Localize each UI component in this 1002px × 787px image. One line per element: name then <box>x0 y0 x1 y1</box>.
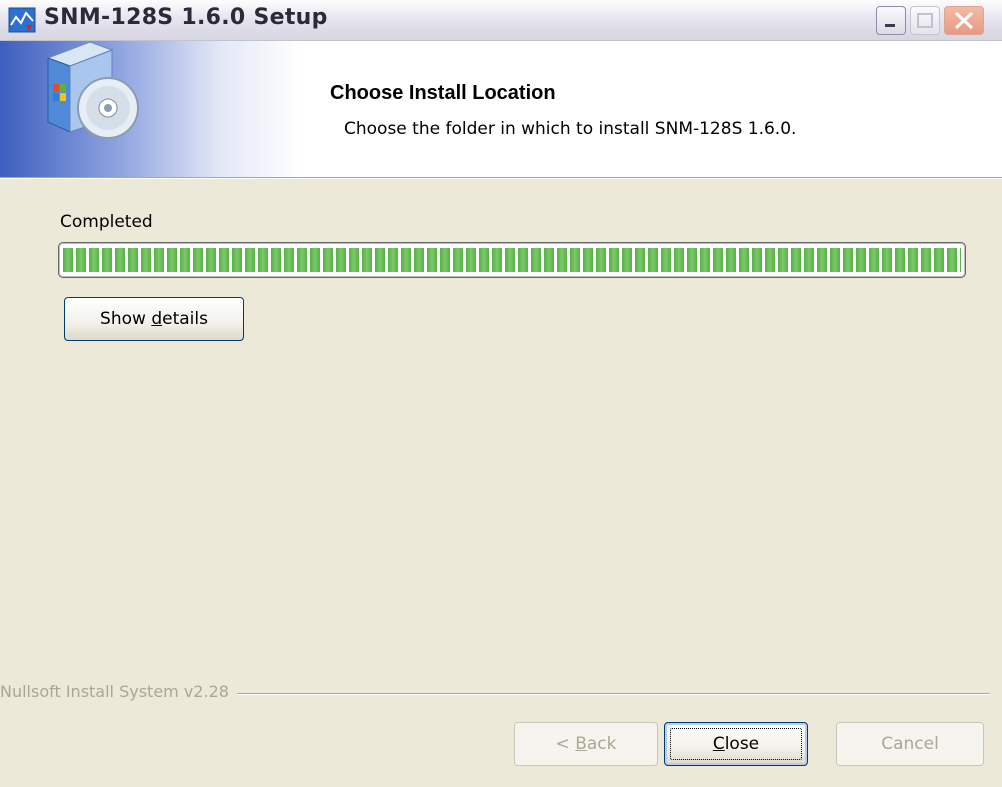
nullsoft-brand-label: Nullsoft Install System v2.28 <box>0 682 237 701</box>
install-progress-bar <box>58 242 966 278</box>
close-button[interactable]: Close <box>664 722 808 766</box>
close-accel: C <box>712 734 725 754</box>
window-title: SNM-128S 1.6.0 Setup <box>44 5 328 30</box>
setup-window: SNM-128S 1.6.0 Setup Choose Install Loca… <box>0 0 1002 787</box>
installer-app-icon <box>8 7 36 33</box>
show-details-button[interactable]: Show details <box>64 297 244 341</box>
maximize-button[interactable] <box>910 6 940 35</box>
page-title: Choose Install Location <box>330 82 556 104</box>
show-details-accel: d <box>151 309 163 329</box>
back-button[interactable]: < Back <box>514 722 658 766</box>
minimize-button[interactable] <box>876 6 906 35</box>
show-details-label-post: etails <box>162 309 208 329</box>
back-label-post: ack <box>586 734 617 754</box>
back-label-pre: < <box>555 734 576 754</box>
header-separator <box>0 178 1002 179</box>
minimize-icon <box>885 24 895 27</box>
maximize-icon <box>917 13 933 28</box>
software-box-cd-icon <box>46 41 139 139</box>
close-icon <box>954 11 974 30</box>
close-window-button[interactable] <box>944 6 984 35</box>
title-bar[interactable]: SNM-128S 1.6.0 Setup <box>0 0 1002 41</box>
back-accel: B <box>575 734 587 754</box>
header-banner <box>0 41 1002 178</box>
cancel-button[interactable]: Cancel <box>836 722 984 766</box>
show-details-label-pre: Show <box>100 309 152 329</box>
progress-status-label: Completed <box>60 212 153 232</box>
page-subtitle: Choose the folder in which to install SN… <box>344 119 797 139</box>
progress-bar-fill <box>63 248 961 272</box>
close-label-post: lose <box>724 734 760 754</box>
